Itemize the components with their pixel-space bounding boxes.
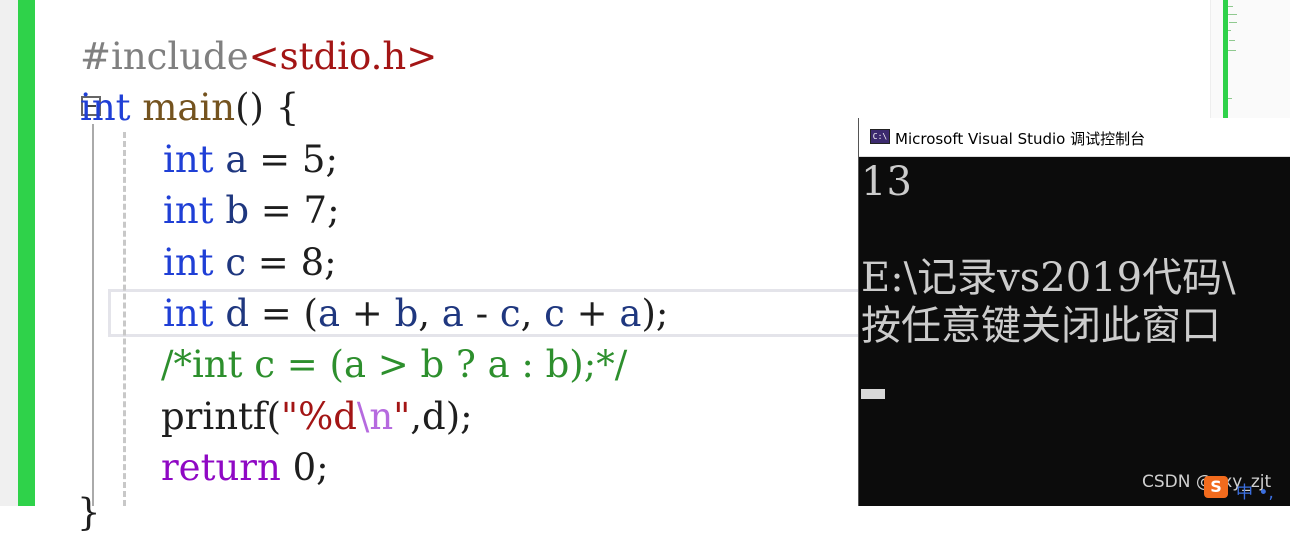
code-line-7: /*int c = (a > b ? a : b);*/ [161,342,627,388]
variable-ref: a [441,292,464,335]
console-output-line: E:\记录vs2019代码\ [861,255,1236,301]
change-tracking-bar [18,0,35,506]
code-punctuation: ,d); [410,395,473,438]
code-punctuation: ; [324,241,337,284]
code-operator: = [247,138,302,181]
ime-status[interactable]: 中 •, [1236,478,1274,503]
code-comment: /*int c = (a > b ? a : b);*/ [161,343,628,386]
code-operator: + [564,292,620,335]
code-punctuation: () { [235,86,300,129]
console-title: Microsoft Visual Studio 调试控制台 [895,130,1146,148]
minimap-line [1227,50,1236,51]
variable-ref: b [394,292,419,335]
variable-ref: c [499,292,521,335]
code-line-10: } [77,490,101,536]
code-operator: + [340,292,395,335]
variable-name: a [225,138,248,181]
code-line-1: #include<stdio.h> [80,34,437,80]
code-line-9: return 0; [161,445,329,491]
code-punctuation: ( [266,395,282,438]
indent-guide [123,132,126,506]
debug-console-window[interactable]: C:\ Microsoft Visual Studio 调试控制台 13 E:\… [858,118,1290,506]
minimap-change-bar [1223,0,1228,118]
code-line-5: int c = 8; [163,240,337,286]
console-app-icon: C:\ [870,129,890,144]
escape-sequence: \n [356,395,394,438]
type-keyword: int [163,189,214,232]
numeric-literal: 8 [300,241,325,284]
variable-name: d [225,292,249,335]
editor-left-margin [0,0,18,506]
code-operator: = ( [249,292,318,335]
function-name: main [142,86,236,129]
variable-name: b [225,189,249,232]
type-keyword: int [163,138,214,181]
code-punctuation: ); [641,292,669,335]
ime-logo-icon[interactable]: S [1204,476,1228,498]
closing-brace: } [77,491,101,534]
include-header: <stdio.h> [248,35,438,78]
numeric-literal: 5 [301,138,326,181]
code-punctuation: 0; [280,446,329,489]
variable-ref: a [317,292,341,335]
console-cursor [861,389,885,399]
minimap-line [1229,40,1235,41]
console-output-line: 13 [861,159,912,205]
minimap-line [1227,14,1237,15]
code-operator: = [246,241,301,284]
function-call: printf [161,395,267,438]
code-minimap[interactable] [1210,0,1290,118]
outline-guide [92,124,94,506]
code-line-3: int a = 5; [163,137,338,183]
type-keyword: int [163,241,214,284]
code-operator: - [463,292,500,335]
type-keyword: int [80,86,131,129]
minimap-line [1229,22,1237,23]
return-keyword: return [161,446,281,489]
numeric-literal: 7 [303,189,328,232]
code-line-4: int b = 7; [163,188,340,234]
code-punctuation: , [520,292,545,335]
variable-ref: a [619,292,642,335]
code-punctuation: , [418,292,442,335]
code-punctuation: ; [327,189,340,232]
variable-name: c [225,241,247,284]
variable-ref: c [544,292,565,335]
type-keyword: int [163,292,214,335]
code-line-8: printf("%d\n",d); [161,394,473,440]
code-line-6: int d = (a + b, a - c, c + a); [163,291,668,337]
code-operator: = [249,189,304,232]
string-literal: " [393,395,411,438]
preprocessor-directive: #include [80,35,249,78]
string-literal: "%d [281,395,357,438]
code-punctuation: ; [325,138,338,181]
console-output-line: 按任意键关闭此窗口 [861,303,1221,349]
code-line-2: int main() { [80,85,299,131]
console-titlebar[interactable]: C:\ Microsoft Visual Studio 调试控制台 [859,118,1290,157]
